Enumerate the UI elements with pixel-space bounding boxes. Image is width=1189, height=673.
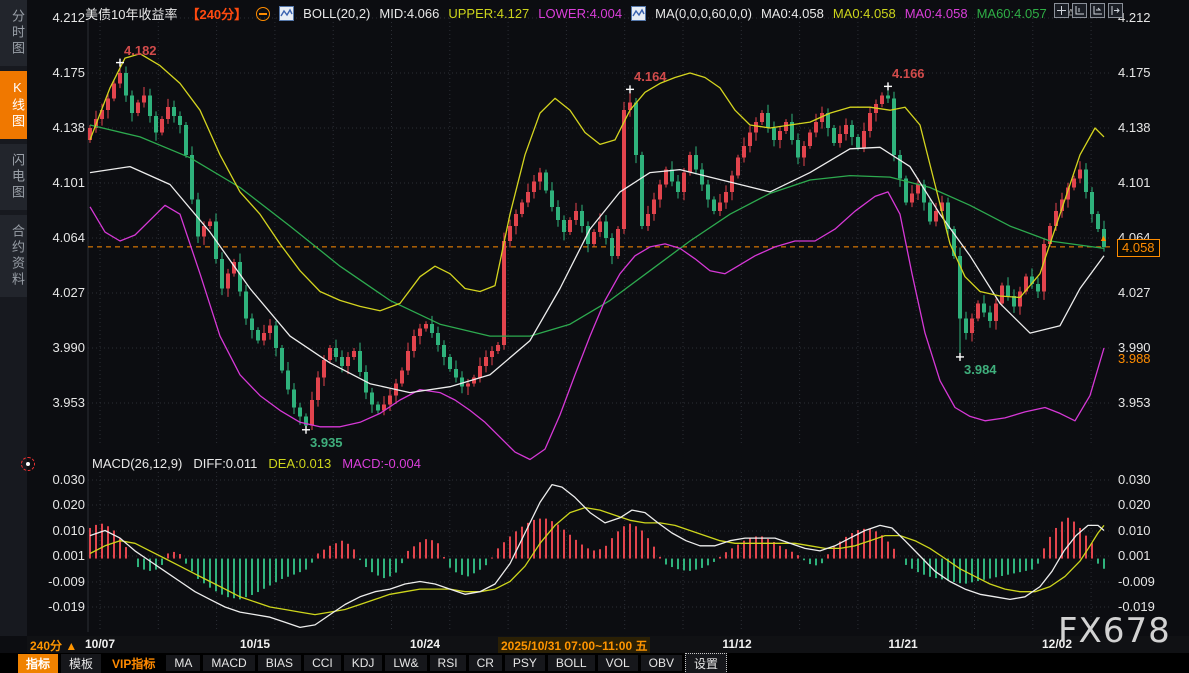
settings-button[interactable]: 设置 (685, 653, 727, 673)
main-axis-tick: 4.212 (28, 10, 85, 25)
price-annotation: 4.164 (634, 69, 667, 84)
page-title: 美债10年收益率 (85, 4, 177, 23)
indicator-button-psy[interactable]: PSY (505, 655, 545, 671)
price-annotation: 4.166 (892, 66, 925, 81)
indicator-button-cci[interactable]: CCI (304, 655, 341, 671)
main-axis-tick: 4.175 (1118, 65, 1184, 80)
macd-axis-tick: 0.020 (1118, 497, 1184, 512)
chart-header: 美债10年收益率 【240分】 BOLL(20,2) MID:4.066 UPP… (85, 4, 1086, 23)
macd-axis-tick: -0.009 (28, 574, 85, 589)
indicator-button-obv[interactable]: OBV (641, 655, 682, 671)
time-axis-selected-label: 2025/10/31 07:00~11:00 五 (498, 637, 650, 654)
last-price-arrow-icon: ▲ (1099, 233, 1108, 243)
ma-value: MA0:4.058 (761, 6, 824, 21)
ma-value: MA0:4.058 (905, 6, 968, 21)
macd-axis-tick: 0.010 (28, 523, 85, 538)
main-axis-tick: 4.064 (28, 230, 85, 245)
macd-axis-tick: 0.020 (28, 497, 85, 512)
collapse-icon[interactable] (256, 7, 270, 21)
macd-axis-tick: 0.001 (28, 548, 85, 563)
ma-values: MA0:4.058MA0:4.058MA0:4.058MA60:4.057MA0… (761, 6, 1086, 21)
macd-value: MACD:-0.004 (342, 456, 421, 471)
vip-indicator-button[interactable]: VIP指标 (104, 654, 163, 673)
indicator-button-boll[interactable]: BOLL (548, 655, 595, 671)
time-axis-label: 10/24 (385, 637, 465, 651)
macd-diff-value: DIFF:0.011 (193, 456, 257, 471)
toolbar-tab-item[interactable]: 模板 (61, 654, 101, 673)
indicator-button-cr[interactable]: CR (469, 655, 502, 671)
boll-lower-value: LOWER:4.004 (538, 6, 622, 21)
main-axis-tick: 3.990 (28, 340, 85, 355)
macd-axis-tick: 0.010 (1118, 523, 1184, 538)
time-axis-label: 10/07 (60, 637, 140, 651)
main-axis-tick: 4.212 (1118, 10, 1184, 25)
time-axis-label: 10/15 (215, 637, 295, 651)
main-axis-tick: 4.175 (28, 65, 85, 80)
macd-name: MACD(26,12,9) (92, 456, 182, 471)
y-axis-scale-icon[interactable] (1072, 3, 1087, 18)
macd-axis-tick: -0.019 (28, 599, 85, 614)
main-axis-tick: 3.953 (28, 395, 85, 410)
indicator-button-vol[interactable]: VOL (598, 655, 638, 671)
time-axis: 240分 ▲ 10/0710/1510/2411/1211/2112/02202… (27, 636, 1189, 653)
macd-axis-tick: 0.001 (1118, 548, 1184, 563)
x-axis-scale-icon[interactable] (1090, 3, 1105, 18)
macd-dea-value: DEA:0.013 (268, 456, 331, 471)
macd-axis-tick: 0.030 (1118, 472, 1184, 487)
boll-mid-value: MID:4.066 (379, 6, 439, 21)
watermark: FX678 (1058, 611, 1171, 651)
reference-price-label: 3.988 (1118, 351, 1151, 366)
price-annotation: 3.984 (964, 362, 997, 377)
boll-indicator-icon[interactable] (279, 6, 294, 21)
chart-plot[interactable] (0, 0, 1189, 673)
boll-upper-value: UPPER:4.127 (448, 6, 529, 21)
macd-axis-tick: -0.009 (1118, 574, 1184, 589)
main-axis-tick: 4.027 (28, 285, 85, 300)
ma-value: MA60:4.057 (977, 6, 1047, 21)
main-axis-tick: 4.101 (28, 175, 85, 190)
macd-header: MACD(26,12,9) DIFF:0.011 DEA:0.013 MACD:… (92, 456, 421, 471)
main-axis-tick: 4.138 (28, 120, 85, 135)
ma-indicator-icon[interactable] (631, 6, 646, 21)
ma-label: MA(0,0,0,60,0,0) (655, 6, 752, 21)
indicator-button-ma[interactable]: MA (166, 655, 200, 671)
main-axis-tick: 4.027 (1118, 285, 1184, 300)
price-annotation: 3.935 (310, 435, 343, 450)
macd-axis-tick: 0.030 (28, 472, 85, 487)
period-label: 【240分】 (186, 4, 247, 23)
indicator-button-lw&[interactable]: LW& (385, 655, 426, 671)
main-axis-tick: 4.138 (1118, 120, 1184, 135)
ma-value: MA0:4.058 (833, 6, 896, 21)
indicator-button-bias[interactable]: BIAS (258, 655, 301, 671)
bottom-toolbar: 指标模板VIP指标MAMACDBIASCCIKDJLW&RSICRPSYBOLL… (0, 653, 1189, 673)
indicator-button-kdj[interactable]: KDJ (344, 655, 383, 671)
main-axis-tick: 4.101 (1118, 175, 1184, 190)
main-axis-tick: 3.953 (1118, 395, 1184, 410)
crosshair-icon[interactable] (1054, 3, 1069, 18)
boll-label: BOLL(20,2) (303, 6, 370, 21)
pan-right-icon[interactable] (1108, 3, 1123, 18)
indicator-button-macd[interactable]: MACD (203, 655, 254, 671)
trading-app-window: 分时图K线图闪电图合约资料 美债10年收益率 【240分】 BOLL(20,2)… (0, 0, 1189, 673)
price-annotation: 4.182 (124, 43, 157, 58)
last-price-badge: 4.058 (1117, 239, 1160, 257)
time-axis-label: 11/21 (863, 637, 943, 651)
indicator-button-rsi[interactable]: RSI (430, 655, 466, 671)
toolbar-tab-active[interactable]: 指标 (18, 654, 58, 673)
corner-toolbar (1054, 3, 1123, 18)
macd-alert-icon[interactable] (21, 457, 35, 471)
time-axis-label: 11/12 (697, 637, 777, 651)
